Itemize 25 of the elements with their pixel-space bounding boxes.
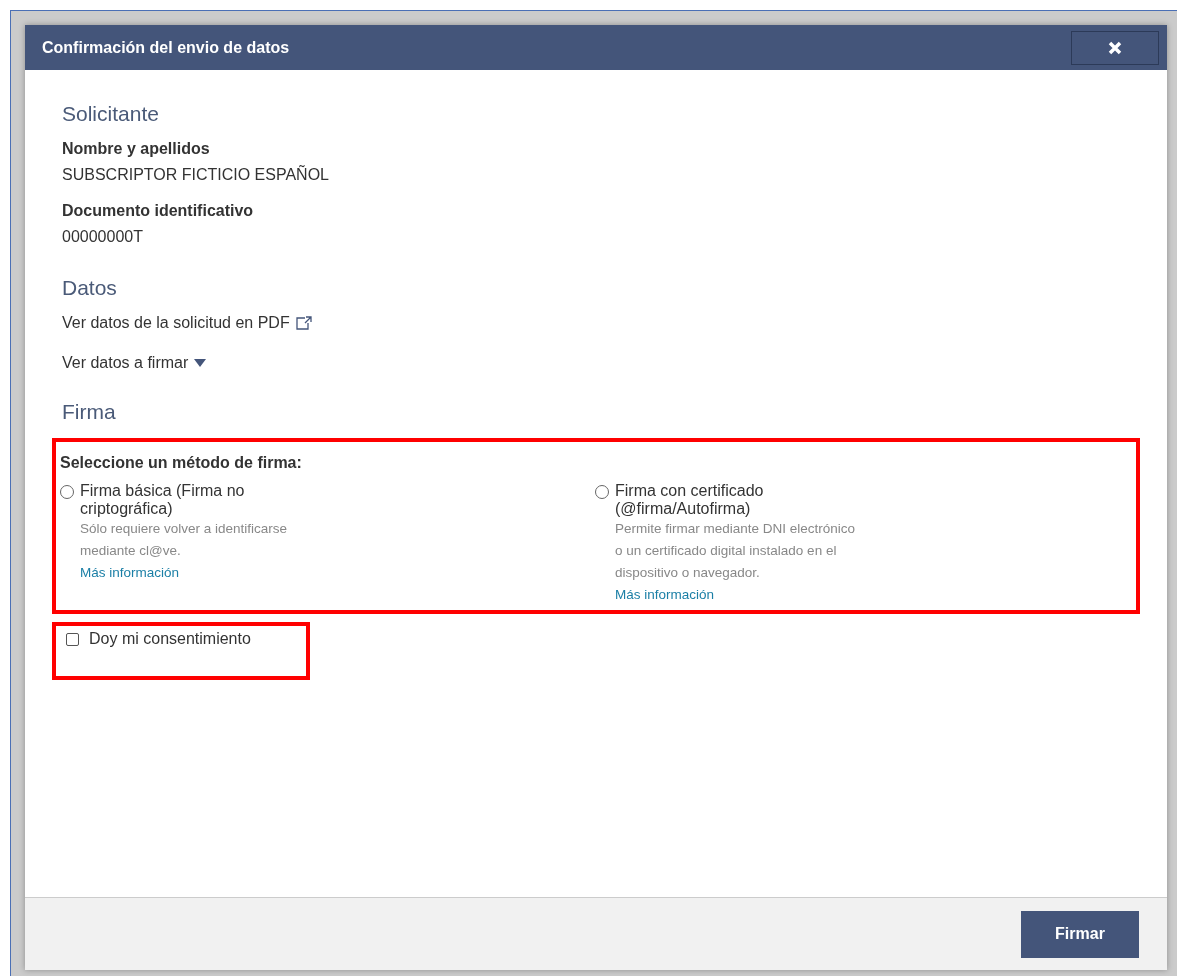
external-link-icon bbox=[295, 316, 312, 330]
dialog-title: Confirmación del envio de datos bbox=[42, 38, 290, 57]
radio-button[interactable] bbox=[595, 485, 609, 499]
close-icon bbox=[1108, 40, 1122, 55]
checkbox-label: Doy mi consentimiento bbox=[89, 630, 251, 648]
close-button[interactable] bbox=[1071, 30, 1159, 65]
toggle-link[interactable]: Ver datos a firmar bbox=[62, 354, 207, 372]
sign-button[interactable]: Firmar bbox=[1021, 910, 1139, 958]
option-title: Firma básica (Firma no criptográfica) bbox=[80, 482, 246, 518]
field-value: 00000000T bbox=[62, 228, 144, 246]
radio-button[interactable] bbox=[60, 485, 74, 499]
section-heading: Firma bbox=[62, 400, 117, 424]
option-description: Sólo requiere volver a identificarse mediante cl@ve. bbox=[80, 520, 289, 560]
option-description: Permite firmar mediante DNI electrónico o un certificado digital instalado en el dispositivo o navegador. bbox=[615, 520, 857, 582]
option-title: Firma con certificado (@firma/Autofirma) bbox=[615, 482, 765, 518]
section-heading: Datos bbox=[62, 276, 118, 300]
more-info-link[interactable]: Más información bbox=[80, 565, 180, 580]
pdf-link[interactable]: Ver datos de la solicitud en PDF bbox=[62, 314, 312, 332]
method-prompt: Seleccione un método de firma: bbox=[60, 454, 303, 472]
field-value: SUBSCRIPTOR FICTICIO ESPAÑOL bbox=[62, 166, 330, 184]
more-info-link[interactable]: Más información bbox=[615, 587, 715, 602]
section-heading: Solicitante bbox=[62, 102, 160, 126]
field-label: Nombre y apellidos bbox=[62, 140, 211, 158]
field-label: Documento identificativo bbox=[62, 202, 255, 220]
checkbox[interactable] bbox=[66, 633, 79, 646]
